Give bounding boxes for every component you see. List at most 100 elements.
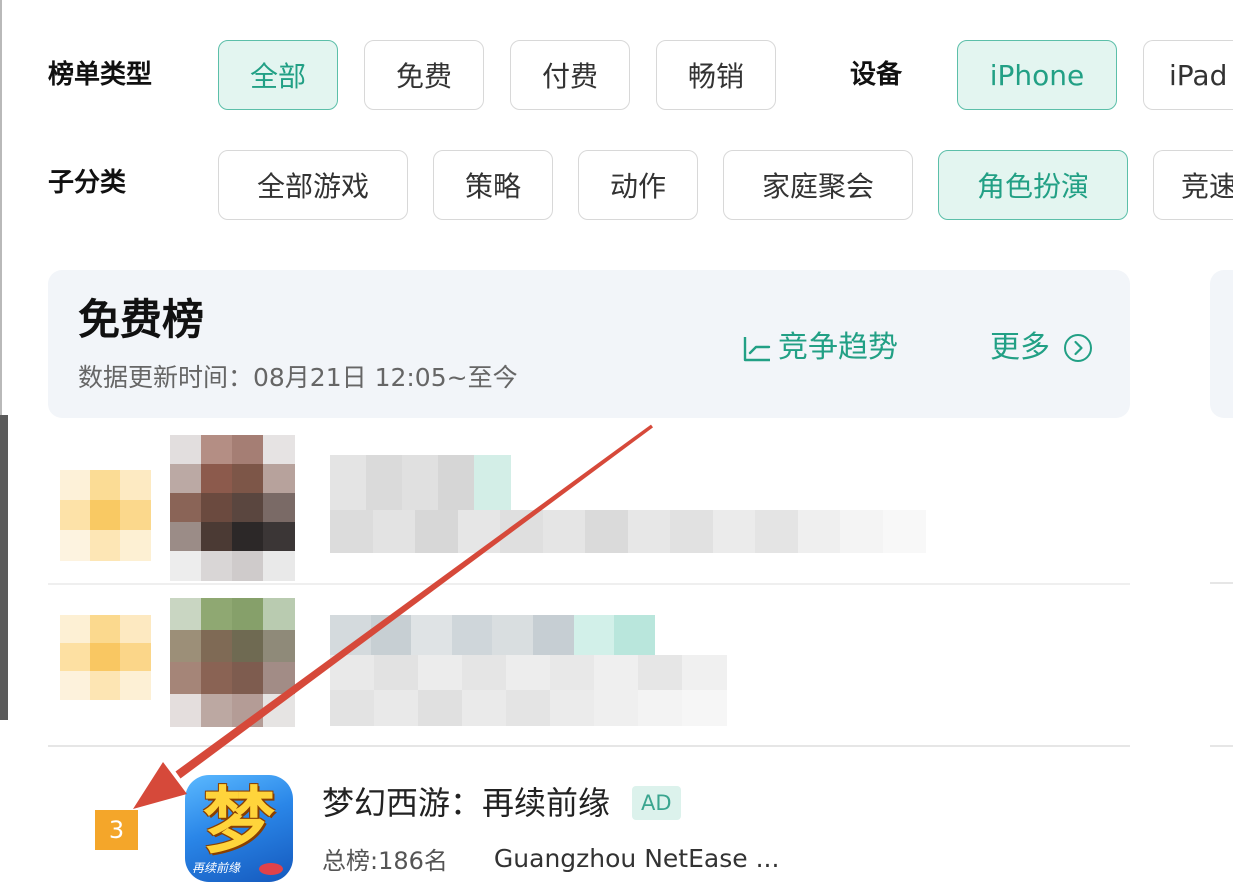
blur-pixel — [533, 615, 575, 656]
blurred-app-title — [330, 455, 511, 513]
blur-pixel — [201, 630, 233, 663]
blurred-list-item[interactable] — [48, 430, 1130, 581]
ranking-page: 榜单类型 全部 免费 付费 畅销 设备 iPhone iPad 子分类 全部游戏… — [0, 0, 1233, 896]
blur-pixel — [263, 464, 295, 494]
blur-pixel — [232, 598, 264, 631]
blur-pixel — [170, 522, 202, 552]
blur-pixel — [60, 470, 91, 501]
blur-pixel — [170, 435, 202, 465]
list-type-free[interactable]: 免费 — [364, 40, 484, 110]
blurred-rank-badge — [60, 615, 151, 700]
blur-pixel — [462, 655, 507, 691]
subcategory-racing[interactable]: 竞速 — [1153, 150, 1233, 220]
blur-pixel — [418, 690, 463, 726]
blur-pixel — [573, 615, 615, 656]
blur-pixel — [201, 551, 233, 581]
blur-pixel — [232, 551, 264, 581]
ranking-title: 免费榜 — [78, 295, 205, 344]
blur-pixel — [330, 690, 375, 726]
next-ranking-header — [1210, 270, 1233, 418]
blur-pixel — [201, 464, 233, 494]
blurred-app-meta — [330, 655, 727, 726]
list-type-options: 全部 免费 付费 畅销 — [218, 40, 776, 110]
blur-pixel — [594, 690, 639, 726]
app-meta-row: 总榜:186名 Guangzhou NetEase ... — [322, 842, 780, 875]
list-item[interactable]: 3 梦 再续前缘 梦幻西游：再续前缘 AD 总榜:186名 Guangzhou … — [48, 746, 1130, 896]
blur-pixel — [232, 694, 264, 727]
blur-pixel — [638, 655, 683, 691]
circle-chevron-right-icon — [1062, 332, 1094, 364]
device-ipad[interactable]: iPad — [1143, 40, 1233, 110]
blur-pixel — [542, 510, 586, 553]
blur-pixel — [263, 662, 295, 695]
blurred-list-item[interactable] — [48, 590, 1130, 740]
blurred-app-icon — [170, 598, 295, 727]
divider — [1210, 745, 1233, 747]
blur-pixel — [374, 655, 419, 691]
divider — [1210, 582, 1233, 584]
device-iphone[interactable]: iPhone — [957, 40, 1117, 110]
ad-badge: AD — [632, 786, 681, 820]
subcategory-action[interactable]: 动作 — [578, 150, 698, 220]
list-type-grossing[interactable]: 畅销 — [656, 40, 776, 110]
blur-pixel — [263, 551, 295, 581]
blur-pixel — [201, 522, 233, 552]
blur-pixel — [627, 510, 671, 553]
blur-pixel — [232, 464, 264, 494]
blur-pixel — [120, 470, 151, 501]
blur-pixel — [402, 455, 439, 513]
blur-pixel — [170, 630, 202, 663]
blur-pixel — [451, 615, 493, 656]
blur-pixel — [201, 435, 233, 465]
blur-pixel — [232, 662, 264, 695]
blur-pixel — [418, 655, 463, 691]
blur-pixel — [330, 655, 375, 691]
blur-pixel — [170, 493, 202, 523]
blur-pixel — [670, 510, 713, 553]
blur-pixel — [60, 671, 91, 700]
window-edge-shadow — [0, 415, 8, 720]
blur-pixel — [263, 522, 295, 552]
subcategory-all-games[interactable]: 全部游戏 — [218, 150, 408, 220]
more-label: 更多 — [990, 330, 1050, 365]
blur-pixel — [201, 694, 233, 727]
blur-pixel — [90, 615, 121, 644]
subcategory-strategy[interactable]: 策略 — [433, 150, 553, 220]
blur-pixel — [411, 615, 453, 656]
list-type-paid[interactable]: 付费 — [510, 40, 630, 110]
blur-pixel — [492, 615, 534, 656]
blur-pixel — [614, 615, 656, 656]
subcategory-family[interactable]: 家庭聚会 — [723, 150, 913, 220]
blur-pixel — [232, 630, 264, 663]
update-time: 数据更新时间：08月21日 12:05~至今 — [78, 363, 518, 392]
blur-pixel — [755, 510, 798, 553]
blur-pixel — [60, 530, 91, 561]
app-title[interactable]: 梦幻西游：再续前缘 — [322, 784, 610, 822]
overall-rank: 总榜:186名 — [322, 846, 448, 875]
blur-pixel — [370, 615, 412, 656]
blur-pixel — [263, 435, 295, 465]
blur-pixel — [462, 690, 507, 726]
blur-pixel — [201, 598, 233, 631]
blur-pixel — [201, 662, 233, 695]
app-icon[interactable]: 梦 再续前缘 — [185, 775, 293, 882]
blur-pixel — [263, 493, 295, 523]
competition-trend-link[interactable]: 竞争趋势 — [740, 330, 898, 366]
blur-pixel — [90, 671, 121, 700]
blur-pixel — [500, 510, 543, 553]
blur-pixel — [797, 510, 841, 553]
subcategory-role-playing[interactable]: 角色扮演 — [938, 150, 1128, 220]
blur-pixel — [330, 510, 373, 553]
trend-chart-icon — [740, 332, 772, 364]
developer-name: Guangzhou NetEase ... — [493, 843, 780, 873]
blur-pixel — [60, 643, 91, 672]
more-link[interactable]: 更多 — [990, 330, 1094, 366]
blur-pixel — [474, 455, 511, 513]
blur-pixel — [330, 615, 372, 656]
subcategory-label: 子分类 — [48, 168, 127, 198]
blur-pixel — [60, 615, 91, 644]
blur-pixel — [120, 615, 151, 644]
list-type-all[interactable]: 全部 — [218, 40, 338, 110]
app-icon-swoosh — [259, 863, 283, 875]
blurred-app-title — [330, 615, 656, 656]
